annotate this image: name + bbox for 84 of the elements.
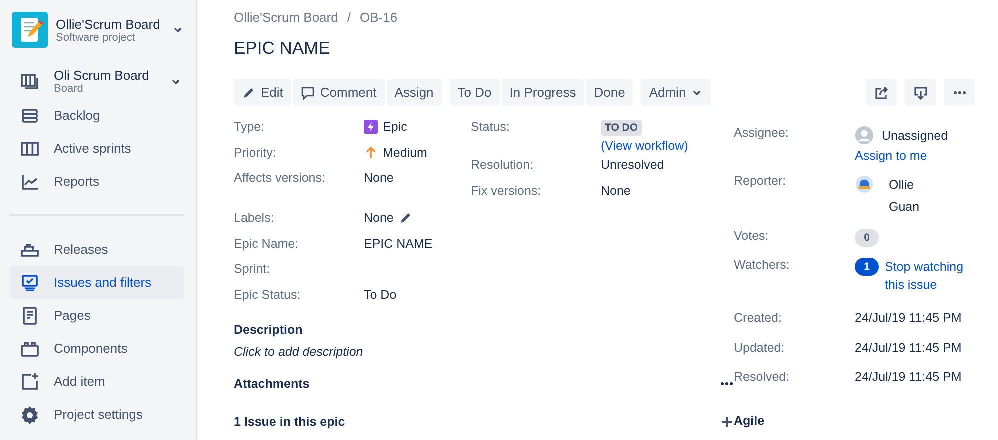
sidebar-item[interactable]: Components <box>10 332 184 365</box>
share-icon <box>874 86 888 100</box>
sidebar-item[interactable]: Active sprints <box>10 132 184 165</box>
field-label: Status: <box>471 120 511 134</box>
section-heading: Description <box>234 323 303 337</box>
avatar-icon <box>855 175 874 194</box>
export-icon <box>914 86 928 100</box>
status-lozenge: TO DO <box>601 120 642 136</box>
breadcrumb-link[interactable]: Ollie'Scrum Board <box>234 10 338 25</box>
field-label: Epic Status: <box>234 288 302 302</box>
lightning-icon <box>364 120 378 134</box>
more-button[interactable] <box>944 79 975 106</box>
field-value: Medium <box>383 146 428 160</box>
board-name[interactable]: Oli Scrum Board <box>54 68 156 83</box>
toolbar-button[interactable]: Assign <box>386 79 442 106</box>
board-icon <box>20 72 40 92</box>
toolbar-button[interactable]: Edit <box>234 79 292 106</box>
date-value: 24/Jul/19 11:45 PM <box>855 311 963 327</box>
field-label: Resolved: <box>734 370 791 386</box>
add-item-icon <box>20 372 40 392</box>
field-label: Sprint: <box>234 262 272 276</box>
field-label: Created: <box>734 311 783 327</box>
sidebar-item[interactable]: Add item <box>10 365 184 398</box>
field-value: None <box>601 184 631 198</box>
toolbar-button[interactable]: Comment <box>293 79 385 106</box>
field-label: Reporter: <box>734 174 788 188</box>
description-placeholder[interactable]: Click to add description <box>234 345 734 359</box>
page-icon <box>20 306 40 326</box>
assignee-name: Unassigned <box>882 128 948 142</box>
section-heading: Agile <box>734 414 766 428</box>
view-workflow-link[interactable]: (View workflow) <box>601 139 688 153</box>
pencil-icon[interactable] <box>398 211 413 225</box>
watcher-count: 1 <box>855 258 879 276</box>
sidebar-item[interactable]: Reports <box>10 165 184 198</box>
sidebar-item[interactable]: Releases <box>10 233 184 266</box>
date-value: 24/Jul/19 11:45 PM <box>855 370 963 386</box>
project-name: Ollie'Scrum Board <box>56 16 162 32</box>
field-label: Assignee: <box>734 126 790 140</box>
section-heading: Attachments <box>234 377 310 391</box>
field-label: Priority: <box>234 146 278 160</box>
gear-icon <box>20 404 40 424</box>
field-value: EPIC NAME <box>364 236 433 250</box>
project-type: Software project <box>56 32 136 44</box>
breadcrumb-separator: / <box>347 10 351 25</box>
field-label: Resolution: <box>471 158 535 172</box>
field-value: None <box>364 211 394 225</box>
sidebar-item[interactable]: Pages <box>10 299 184 332</box>
toolbar-button[interactable]: In Progress <box>502 79 584 106</box>
pencil-icon <box>242 86 256 100</box>
field-label: Fix versions: <box>471 184 542 198</box>
field-label: Affects versions: <box>234 171 326 185</box>
comment-icon <box>301 86 316 100</box>
toolbar-button[interactable]: Done <box>586 79 634 106</box>
field-label: Labels: <box>234 211 276 225</box>
vote-count: 0 <box>855 229 879 247</box>
toolbar-button[interactable]: To Do <box>450 79 500 106</box>
breadcrumb-link[interactable]: OB-16 <box>360 10 398 25</box>
field-value: None <box>364 171 394 185</box>
stop-watching-link[interactable]: Stop watching this issue <box>885 258 975 294</box>
field-label: Epic Name: <box>234 236 300 250</box>
arrow-up-icon <box>364 146 378 160</box>
field-label: Type: <box>234 120 266 134</box>
sidebar-item[interactable]: Backlog <box>10 99 184 132</box>
avatar-icon <box>855 126 874 145</box>
share-button[interactable] <box>866 79 897 106</box>
export-button[interactable] <box>905 79 936 106</box>
monitor-icon <box>20 272 40 292</box>
field-value: Epic <box>383 120 408 134</box>
date-value: 24/Jul/19 11:45 PM <box>855 340 963 356</box>
reporter-name: Ollie Guan <box>889 177 921 216</box>
field-value: Unresolved <box>601 158 664 172</box>
toolbar-button[interactable]: Admin <box>641 79 712 106</box>
sidebar-item[interactable]: Issues and filters <box>10 266 184 299</box>
field-label: Updated: <box>734 340 786 357</box>
sidebar-item[interactable]: Project settings <box>10 398 184 431</box>
field-label: Watchers: <box>734 258 791 272</box>
issue-title: EPIC NAME <box>234 38 332 59</box>
field-value: To Do <box>364 288 397 302</box>
plus-icon[interactable] <box>720 415 734 429</box>
field-label: Votes: <box>734 229 770 243</box>
assign-to-me-link[interactable]: Assign to me <box>855 149 928 163</box>
board-type: Board <box>54 83 84 95</box>
project-logo-icon <box>12 12 48 48</box>
section-heading: 1 Issue in this epic <box>234 415 346 429</box>
